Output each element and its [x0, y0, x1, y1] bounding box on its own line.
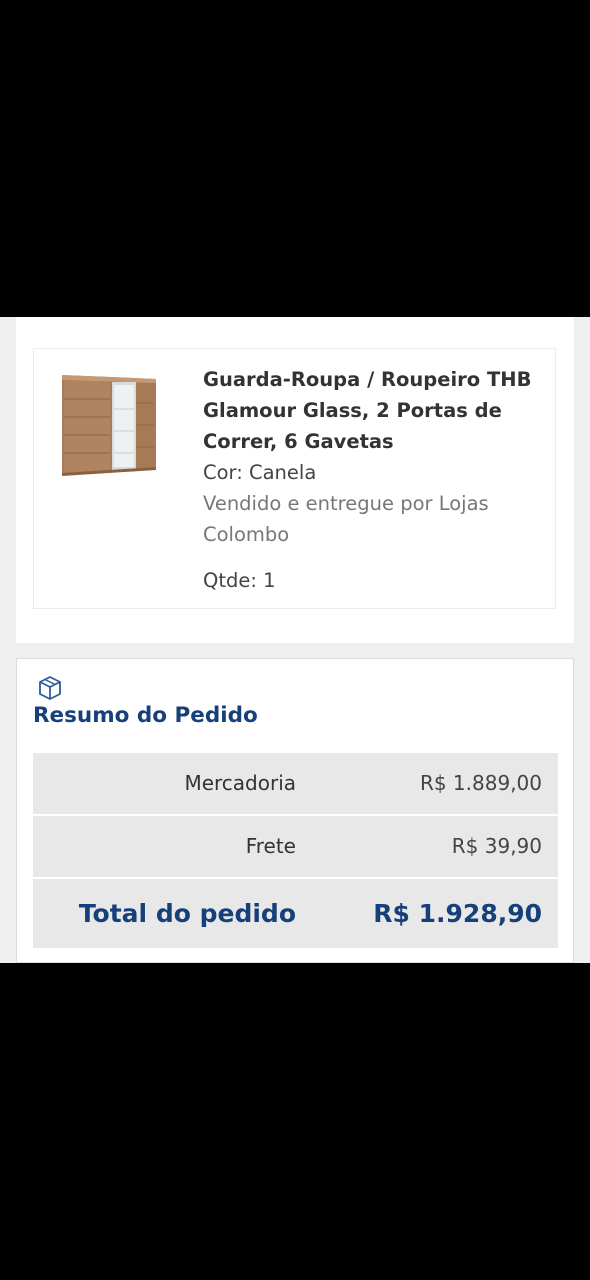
- product-title[interactable]: Guarda-Roupa / Roupeiro THB Glamour Glas…: [203, 364, 543, 457]
- product-card[interactable]: Guarda-Roupa / Roupeiro THB Glamour Glas…: [33, 348, 556, 609]
- summary-table: Mercadoria R$ 1.889,00 Frete R$ 39,90 To…: [33, 753, 558, 950]
- total-value: R$ 1.928,90: [373, 899, 542, 928]
- order-summary-panel: Resumo do Pedido Mercadoria R$ 1.889,00 …: [16, 658, 574, 963]
- merchandise-value: R$ 1.889,00: [419, 771, 542, 795]
- wardrobe-image: [62, 375, 156, 476]
- product-info: Guarda-Roupa / Roupeiro THB Glamour Glas…: [203, 364, 543, 596]
- total-label: Total do pedido: [78, 899, 296, 928]
- top-black-area: [0, 0, 590, 317]
- product-color: Cor: Canela: [203, 461, 317, 484]
- product-seller: Vendido e entregue por Lojas Colombo: [203, 492, 489, 546]
- product-panel: Guarda-Roupa / Roupeiro THB Glamour Glas…: [16, 317, 574, 643]
- summary-row-shipping: Frete R$ 39,90: [33, 816, 558, 877]
- order-screen: Guarda-Roupa / Roupeiro THB Glamour Glas…: [0, 317, 590, 963]
- package-icon: [39, 676, 61, 700]
- summary-row-merchandise: Mercadoria R$ 1.889,00: [33, 753, 558, 814]
- merchandise-label: Mercadoria: [184, 771, 296, 795]
- product-quantity: Qtde: 1: [203, 569, 276, 592]
- shipping-label: Frete: [245, 834, 296, 858]
- bottom-black-area: [0, 963, 590, 1280]
- shipping-value: R$ 39,90: [451, 834, 542, 858]
- summary-title: Resumo do Pedido: [33, 703, 258, 728]
- summary-row-total: Total do pedido R$ 1.928,90: [33, 879, 558, 948]
